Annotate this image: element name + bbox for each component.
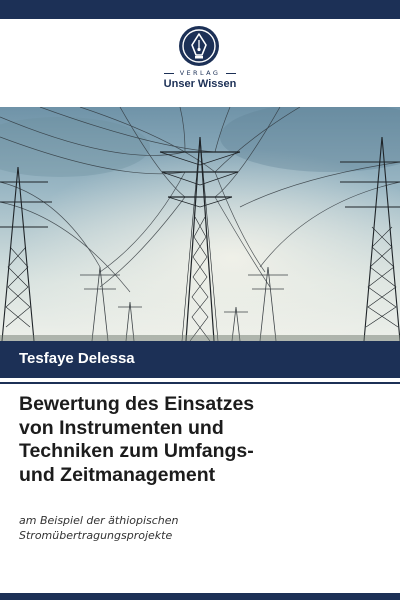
bottom-color-bar bbox=[0, 593, 400, 600]
fountain-pen-nib-icon bbox=[179, 26, 219, 66]
author-band: Tesfaye Delessa bbox=[0, 341, 400, 378]
divider-line bbox=[0, 382, 400, 384]
title-line: und Zeitmanagement bbox=[19, 463, 216, 486]
author-name: Tesfaye Delessa bbox=[19, 350, 135, 367]
cover-photo bbox=[0, 107, 400, 341]
publisher-name: Unser Wissen bbox=[163, 78, 237, 90]
subtitle-line: am Beispiel der äthiopischen bbox=[19, 514, 179, 527]
subtitle-line: Stromübertragungsprojekte bbox=[19, 529, 173, 542]
title-line: Bewertung des Einsatzes bbox=[19, 393, 255, 415]
publisher-logo: VERLAG Unser Wissen bbox=[0, 26, 400, 98]
top-color-bar bbox=[0, 0, 400, 19]
publisher-label: VERLAG bbox=[0, 69, 400, 77]
title-line: von Instrumenten und bbox=[19, 416, 224, 439]
title-line: Techniken zum Umfangs- bbox=[19, 440, 254, 462]
book-title: Bewertung des Einsatzes von Instrumenten… bbox=[19, 393, 394, 487]
book-subtitle: am Beispiel der äthiopischen Stromübertr… bbox=[19, 513, 389, 543]
